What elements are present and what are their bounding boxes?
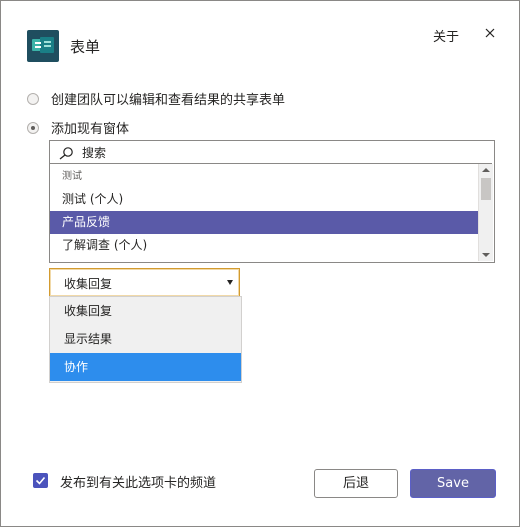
form-picker: 搜索 测试 测试 (个人) 产品反馈 了解调查 (个人)	[49, 140, 495, 263]
dialog-title: 表单	[70, 38, 101, 56]
list-item-selected[interactable]: 产品反馈	[50, 211, 478, 234]
option-create-shared[interactable]: 创建团队可以编辑和查看结果的共享表单	[27, 89, 285, 108]
dropdown-option[interactable]: 收集回复	[50, 297, 241, 325]
search-input[interactable]: 搜索	[82, 144, 106, 161]
search-icon	[58, 145, 74, 164]
close-icon[interactable]	[482, 25, 498, 41]
post-to-channel-checkbox[interactable]	[33, 473, 48, 488]
list-scrollbar[interactable]	[478, 164, 493, 261]
scroll-up-icon[interactable]	[482, 168, 490, 172]
forms-app-icon	[27, 30, 59, 62]
list-group-label: 测试	[62, 171, 82, 182]
option-add-existing[interactable]: 添加现有窗体	[27, 118, 129, 137]
option-add-existing-label: 添加现有窗体	[51, 122, 130, 137]
back-button[interactable]: 后退	[314, 469, 398, 498]
about-link[interactable]: 关于	[433, 26, 459, 45]
mode-dropdown: 收集回复 显示结果 协作	[49, 296, 242, 383]
scroll-thumb[interactable]	[481, 178, 491, 200]
radio-add-existing[interactable]	[27, 121, 39, 134]
check-icon	[35, 476, 46, 485]
form-list: 测试 测试 (个人) 产品反馈 了解调查 (个人)	[50, 164, 478, 261]
scroll-down-icon[interactable]	[482, 253, 490, 257]
post-to-channel-label: 发布到有关此选项卡的频道	[60, 476, 217, 491]
radio-create-shared[interactable]	[27, 92, 39, 105]
mode-select[interactable]: 收集回复	[49, 268, 240, 297]
list-item[interactable]: 测试 (个人)	[50, 188, 478, 211]
mode-select-value: 收集回复	[64, 277, 113, 291]
save-button[interactable]: Save	[410, 469, 496, 498]
dialog-frame	[0, 0, 520, 527]
search-box[interactable]: 搜索	[50, 141, 492, 164]
dropdown-option-highlighted[interactable]: 协作	[50, 353, 241, 381]
chevron-down-icon	[227, 280, 233, 285]
list-item[interactable]: 了解调查 (个人)	[50, 234, 478, 257]
option-create-shared-label: 创建团队可以编辑和查看结果的共享表单	[51, 93, 286, 108]
dropdown-option[interactable]: 显示结果	[50, 325, 241, 353]
